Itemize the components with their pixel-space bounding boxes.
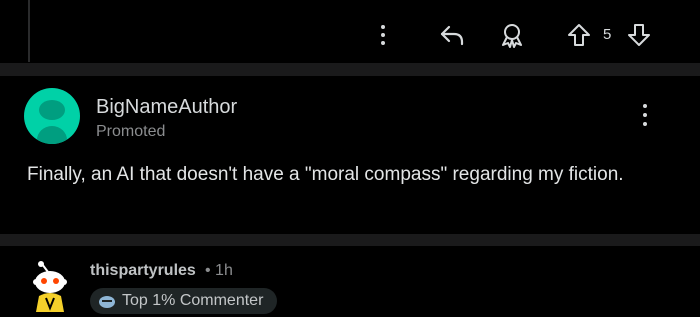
post-options-button[interactable] — [643, 104, 647, 126]
section-divider — [0, 234, 700, 246]
thread-line — [28, 0, 30, 62]
comment-timestamp: • 1h — [205, 262, 233, 279]
promoted-label: Promoted — [96, 123, 166, 140]
badge-icon — [99, 296, 115, 308]
comment: thispartyrules • 1h Top 1% Commenter — [0, 246, 700, 314]
downvote-icon — [628, 24, 650, 46]
award-button[interactable] — [498, 22, 526, 48]
comment-username[interactable]: thispartyrules — [90, 262, 196, 280]
snoo-avatar-icon — [37, 100, 67, 144]
commenter-badge: Top 1% Commenter — [90, 288, 278, 314]
more-vertical-icon — [381, 25, 385, 45]
commenter-avatar[interactable] — [28, 260, 80, 312]
comment-action-bar: 5 — [0, 0, 700, 62]
badge-label: Top 1% Commenter — [122, 292, 264, 309]
author-avatar[interactable] — [24, 88, 80, 144]
post-body: Finally, an AI that doesn't have a "mora… — [27, 164, 624, 185]
post-author[interactable]: BigNameAuthor — [96, 96, 237, 119]
promoted-post: BigNameAuthor Promoted Finally, an AI th… — [0, 76, 700, 234]
snoo-avatar-icon — [33, 261, 67, 312]
reply-icon — [440, 25, 464, 46]
upvote-icon — [568, 24, 590, 46]
vote-count: 5 — [603, 26, 612, 43]
more-options-button[interactable] — [379, 22, 387, 48]
upvote-button[interactable] — [566, 22, 592, 48]
more-vertical-icon — [643, 104, 647, 126]
downvote-button[interactable] — [626, 22, 652, 48]
award-icon — [502, 24, 522, 48]
reply-button[interactable] — [438, 22, 466, 48]
section-divider — [0, 63, 700, 76]
